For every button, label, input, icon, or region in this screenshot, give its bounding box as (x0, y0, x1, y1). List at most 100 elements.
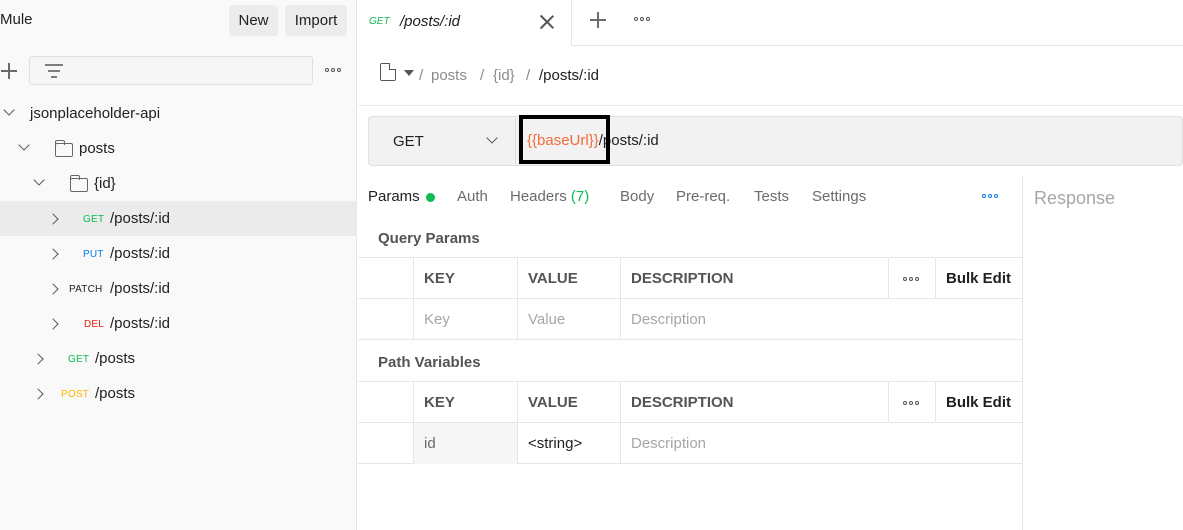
table-row: id <string> Description (358, 423, 1022, 464)
request-row[interactable]: GET /posts (0, 341, 357, 376)
chevron-down-icon[interactable] (486, 132, 498, 144)
tab-method: GET (369, 16, 390, 27)
request-row[interactable]: GET /posts/:id (0, 201, 357, 236)
folder-icon (55, 140, 73, 157)
tab-body[interactable]: Body (620, 188, 654, 205)
folder-row-posts[interactable]: posts (0, 131, 357, 166)
method-badge: GET (68, 354, 90, 365)
breadcrumb-current[interactable]: /posts/:id (539, 67, 599, 84)
status-dot (425, 192, 435, 202)
method-badge: DEL (84, 319, 105, 330)
tabs-more-icon[interactable] (634, 17, 650, 21)
chevron-right-icon[interactable] (47, 283, 59, 295)
header-value: VALUE (517, 382, 620, 423)
request-label: /posts/:id (110, 210, 171, 227)
table-more-cell[interactable] (888, 258, 935, 299)
breadcrumb-separator: / (526, 67, 531, 84)
tab-tests[interactable]: Tests (754, 188, 789, 205)
chevron-right-icon[interactable] (32, 353, 44, 365)
add-collection-icon[interactable] (1, 63, 17, 79)
tab-params[interactable]: Params (368, 188, 435, 205)
chevron-right-icon[interactable] (47, 248, 59, 260)
path-variables-table: KEY VALUE DESCRIPTION Bulk Edit id <stri… (358, 381, 1022, 465)
query-params-title: Query Params (378, 230, 480, 247)
tab-headers[interactable]: Headers (7) (510, 188, 589, 205)
path-variables-title: Path Variables (378, 354, 481, 371)
chevron-down-icon[interactable] (33, 174, 45, 186)
close-icon[interactable] (540, 15, 554, 29)
request-label: /posts (95, 350, 136, 367)
folder-label: {id} (94, 175, 116, 192)
tab-title: /posts/:id (400, 13, 461, 30)
table-header-row: KEY VALUE DESCRIPTION Bulk Edit (358, 382, 1022, 423)
method-badge: GET (83, 214, 105, 225)
breadcrumb-separator: / (480, 67, 485, 84)
request-row[interactable]: DEL /posts/:id (0, 306, 357, 341)
new-tab-icon[interactable] (590, 12, 606, 28)
method-badge: POST (61, 389, 90, 400)
sidebar: Mule New Import jsonplaceholder-api post… (0, 0, 357, 530)
main-pane: GET /posts/:id / posts / {id} / /posts/:… (358, 0, 1183, 530)
value-input[interactable]: Value (517, 299, 620, 340)
chevron-down-icon[interactable] (3, 104, 15, 116)
folder-label: posts (79, 140, 115, 157)
request-row[interactable]: PATCH /posts/:id (0, 271, 357, 306)
import-button[interactable]: Import (285, 5, 347, 36)
query-params-table: KEY VALUE DESCRIPTION Bulk Edit Key Valu… (358, 257, 1022, 341)
folder-row-id[interactable]: {id} (0, 166, 357, 201)
header-description: DESCRIPTION (620, 382, 888, 423)
tab-prereq[interactable]: Pre-req. (676, 188, 730, 205)
key-input[interactable]: Key (413, 299, 517, 340)
header-key: KEY (413, 382, 517, 423)
highlight-box (519, 115, 610, 164)
divider (515, 117, 516, 165)
header-description: DESCRIPTION (620, 258, 888, 299)
request-label: /posts/:id (110, 245, 171, 262)
response-divider[interactable] (1022, 176, 1023, 530)
filter-input[interactable] (29, 56, 313, 85)
request-label: /posts/:id (110, 280, 171, 297)
tab-params-label: Params (368, 188, 420, 205)
more-icon[interactable] (903, 277, 919, 281)
bulk-edit-button[interactable]: Bulk Edit (935, 382, 1022, 423)
chevron-right-icon[interactable] (32, 388, 44, 400)
more-icon[interactable] (903, 401, 919, 405)
description-input[interactable]: Description (620, 423, 1022, 464)
tab-auth[interactable]: Auth (457, 188, 488, 205)
tab-settings[interactable]: Settings (812, 188, 866, 205)
header-key: KEY (413, 258, 517, 299)
collection-row[interactable]: jsonplaceholder-api (0, 96, 357, 131)
url-bar: GET {{baseUrl}}/posts/:id (368, 116, 1183, 166)
folder-icon (70, 175, 88, 192)
response-title: Response (1034, 188, 1116, 208)
request-doc-icon[interactable] (380, 63, 396, 81)
table-more-cell[interactable] (888, 382, 935, 423)
request-label: /posts/:id (110, 315, 171, 332)
breadcrumb-id[interactable]: {id} (493, 67, 515, 84)
headers-count: (7) (570, 188, 590, 205)
workspace-title[interactable]: Mule (0, 11, 33, 28)
request-tab[interactable]: GET /posts/:id (358, 0, 572, 46)
request-row[interactable]: POST /posts (0, 376, 357, 411)
breadcrumb-separator: / (419, 67, 424, 84)
request-more-icon[interactable] (982, 194, 998, 198)
bulk-edit-button[interactable]: Bulk Edit (935, 258, 1022, 299)
request-row[interactable]: PUT /posts/:id (0, 236, 357, 271)
new-button[interactable]: New (229, 5, 278, 36)
path-key: id (413, 423, 517, 464)
breadcrumb-posts[interactable]: posts (431, 67, 467, 84)
divider (358, 105, 1183, 106)
method-select[interactable]: GET (393, 133, 424, 150)
description-input[interactable]: Description (620, 299, 1022, 340)
caret-down-icon[interactable] (404, 70, 414, 76)
chevron-right-icon[interactable] (47, 213, 59, 225)
request-label: /posts (95, 385, 136, 402)
table-header-row: KEY VALUE DESCRIPTION Bulk Edit (358, 258, 1022, 299)
collection-label: jsonplaceholder-api (30, 105, 161, 122)
header-value: VALUE (517, 258, 620, 299)
tab-headers-label: Headers (510, 188, 567, 205)
sidebar-more-icon[interactable] (325, 68, 341, 72)
chevron-right-icon[interactable] (47, 318, 59, 330)
chevron-down-icon[interactable] (18, 139, 30, 151)
path-value-input[interactable]: <string> (517, 423, 620, 464)
